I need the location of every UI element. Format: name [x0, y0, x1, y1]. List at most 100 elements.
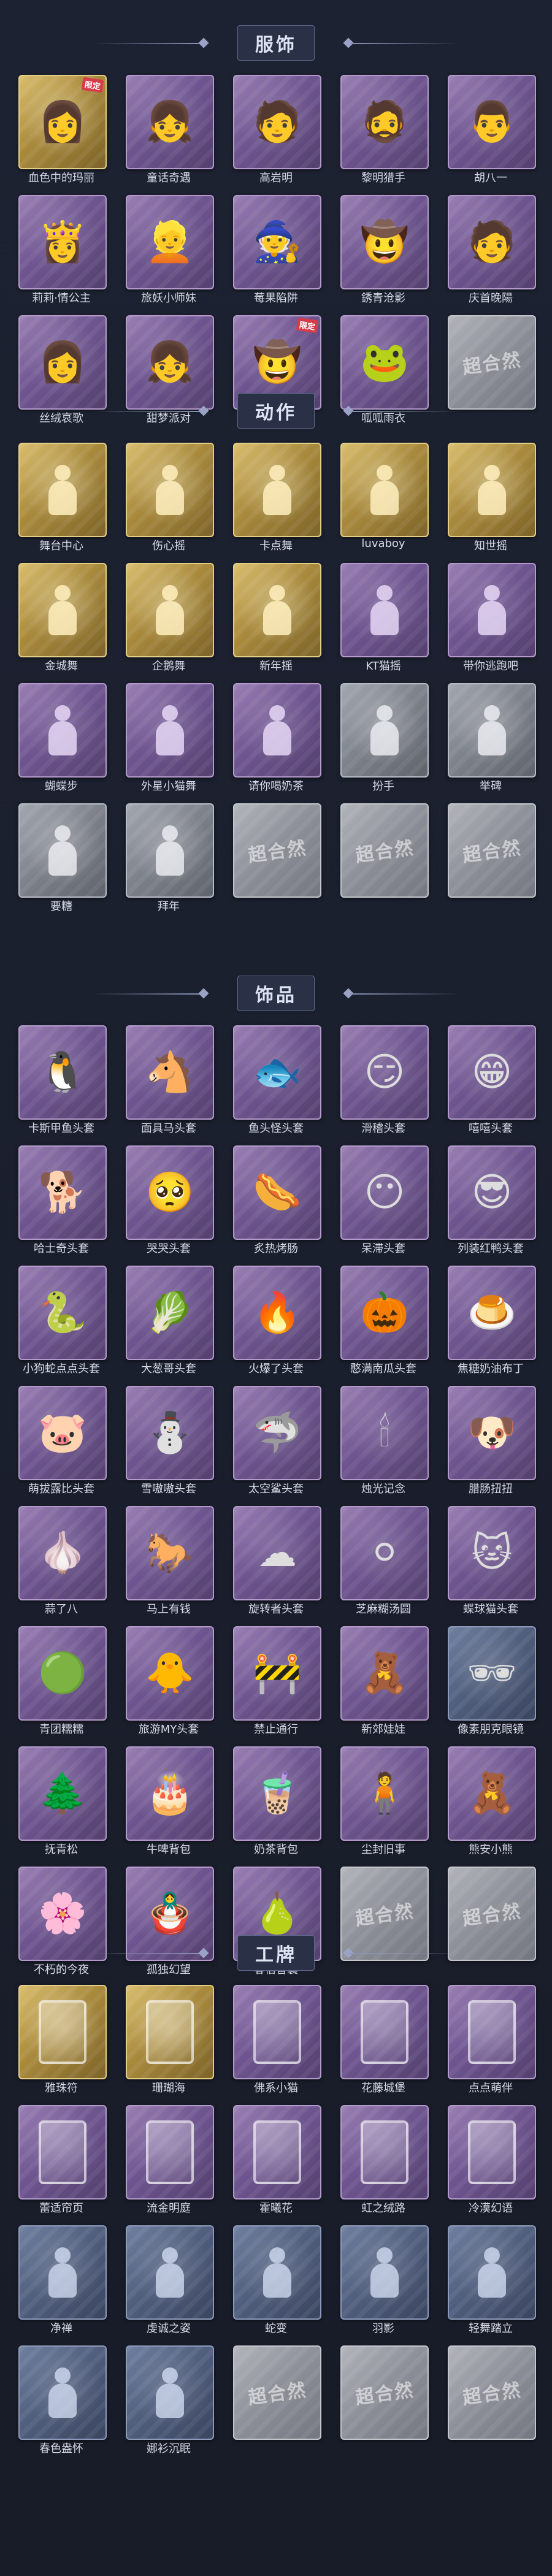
item-card[interactable] [126, 2225, 214, 2320]
item-card[interactable] [448, 683, 536, 778]
item-cell[interactable]: luvaboy [340, 443, 429, 553]
item-card[interactable]: 🐷 [18, 1386, 107, 1480]
item-card[interactable]: 👱 [126, 195, 214, 289]
item-cell[interactable]: 珊瑚海 [126, 1985, 214, 2095]
item-card[interactable] [18, 2345, 107, 2440]
item-card[interactable]: 🐥 [126, 1626, 214, 1721]
item-cell[interactable]: 😶 呆滞头套 [340, 1145, 429, 1256]
item-card[interactable]: 🍮 [448, 1266, 536, 1360]
item-card[interactable]: 🐧 [18, 1025, 107, 1120]
item-card[interactable] [126, 803, 214, 898]
item-cell[interactable]: 🧍 尘封旧事 [340, 1746, 429, 1857]
item-cell[interactable]: 🐟 鱼头怪头套 [233, 1025, 321, 1136]
item-card[interactable] [18, 683, 107, 778]
item-card[interactable]: 🐴 [126, 1025, 214, 1120]
item-card[interactable]: 🧸 [340, 1626, 429, 1721]
item-card[interactable]: 🕶 [448, 1626, 536, 1721]
item-cell[interactable]: 🥺 哭哭头套 [126, 1145, 214, 1256]
item-card[interactable] [448, 1985, 536, 2079]
item-cell[interactable]: 😎 列装红鸭头套 [448, 1145, 536, 1256]
item-cell[interactable]: 新年摇 [233, 563, 321, 673]
item-cell[interactable]: 🕶 像素朋克眼镜 [448, 1626, 536, 1737]
item-card[interactable]: 🎃 [340, 1266, 429, 1360]
item-cell[interactable]: 🐴 面具马头套 [126, 1025, 214, 1136]
item-card[interactable]: 🐱 [448, 1506, 536, 1600]
item-cell[interactable]: 举碑 [448, 683, 536, 793]
item-cell[interactable]: 👧 童话奇遇 [126, 75, 214, 185]
item-cell[interactable]: 🕯 烛光记念 [340, 1386, 429, 1496]
item-card[interactable] [340, 1985, 429, 2079]
item-card[interactable]: 👸 [18, 195, 107, 289]
item-cell[interactable]: ☁ 旋转者头套 [233, 1506, 321, 1616]
item-cell[interactable]: 羽影 [340, 2225, 429, 2336]
item-cell[interactable]: 🐶 腊肠扭扭 [448, 1386, 536, 1496]
item-card[interactable]: 🤠 [340, 195, 429, 289]
item-card[interactable] [126, 683, 214, 778]
item-cell[interactable]: KT猫摇 [340, 563, 429, 673]
item-cell[interactable]: 霍曦花 [233, 2105, 321, 2215]
item-cell[interactable]: 扮手 [340, 683, 429, 793]
item-card[interactable]: 😁 [448, 1025, 536, 1120]
item-cell[interactable]: 卡点舞 [233, 443, 321, 553]
item-card[interactable]: 🚧 [233, 1626, 321, 1721]
item-card[interactable]: 🧑 [233, 75, 321, 169]
item-cell[interactable]: 👱 旅妖小师妹 [126, 195, 214, 305]
item-card[interactable]: 🥺 [126, 1145, 214, 1240]
item-cell[interactable]: 冷漠幻语 [448, 2105, 536, 2215]
item-cell[interactable]: 净禅 [18, 2225, 107, 2336]
item-card[interactable]: 🧋 [233, 1746, 321, 1841]
item-cell[interactable]: 🐷 萌拔露比头套 [18, 1386, 107, 1496]
item-cell[interactable]: 👩 限定 血色中的玛丽 [18, 75, 107, 185]
item-cell[interactable]: ⛄ 雪嗷嗷头套 [126, 1386, 214, 1496]
item-cell[interactable]: 🧔 黎明猎手 [340, 75, 429, 185]
item-card[interactable] [18, 443, 107, 537]
item-card[interactable]: 🕯 [340, 1386, 429, 1480]
item-cell[interactable]: 🔥 火爆了头套 [233, 1266, 321, 1376]
item-cell[interactable]: 🐱 蝶球猫头套 [448, 1506, 536, 1616]
item-card[interactable]: ⚪ [340, 1506, 429, 1600]
item-card[interactable] [340, 2225, 429, 2320]
item-cell[interactable]: 👸 莉莉·情公主 [18, 195, 107, 305]
item-cell[interactable]: 🧸 新郊娃娃 [340, 1626, 429, 1737]
item-cell[interactable]: 拜年 [126, 803, 214, 914]
item-cell[interactable]: 🎃 憨满南瓜头套 [340, 1266, 429, 1376]
item-cell[interactable]: 🍮 焦糖奶油布丁 [448, 1266, 536, 1376]
item-cell[interactable]: 🧋 奶茶背包 [233, 1746, 321, 1857]
item-cell[interactable]: ⚪ 芝麻糊汤圆 [340, 1506, 429, 1616]
item-cell[interactable]: 🧙 莓果陷阱 [233, 195, 321, 305]
item-cell[interactable]: 企鹅舞 [126, 563, 214, 673]
item-cell[interactable]: 舞台中心 [18, 443, 107, 553]
item-card[interactable]: 🧸 [448, 1746, 536, 1841]
item-card[interactable]: 🎂 [126, 1746, 214, 1841]
item-cell[interactable]: 🐕 哈士奇头套 [18, 1145, 107, 1256]
item-cell[interactable]: 🧑 高岩明 [233, 75, 321, 185]
item-cell[interactable]: 🦈 太空鲨头套 [233, 1386, 321, 1496]
item-cell[interactable]: 🌭 炙热烤肠 [233, 1145, 321, 1256]
item-card[interactable]: 🌲 [18, 1746, 107, 1841]
item-card[interactable] [233, 1985, 321, 2079]
item-card[interactable] [126, 563, 214, 657]
item-card[interactable] [340, 563, 429, 657]
item-card[interactable] [340, 683, 429, 778]
item-card[interactable]: 🦈 [233, 1386, 321, 1480]
item-card[interactable]: 🐍 [18, 1266, 107, 1360]
item-card[interactable] [18, 563, 107, 657]
item-card[interactable] [126, 2345, 214, 2440]
item-cell[interactable]: 🚧 禁止通行 [233, 1626, 321, 1737]
item-card[interactable]: 🐶 [448, 1386, 536, 1480]
item-cell[interactable]: 流金明庭 [126, 2105, 214, 2215]
item-card[interactable]: 🧄 [18, 1506, 107, 1600]
item-cell[interactable]: 🐥 旅游MY头套 [126, 1626, 214, 1737]
item-card[interactable] [126, 2105, 214, 2200]
item-card[interactable]: ⛄ [126, 1386, 214, 1480]
item-cell[interactable]: 🤠 銹青沧影 [340, 195, 429, 305]
item-card[interactable] [233, 2105, 321, 2200]
item-card[interactable]: 🧍 [340, 1746, 429, 1841]
item-cell[interactable]: 雅珠符 [18, 1985, 107, 2095]
item-card[interactable] [448, 563, 536, 657]
item-card[interactable] [448, 2225, 536, 2320]
item-card[interactable]: 👨 [448, 75, 536, 169]
item-card[interactable] [18, 2105, 107, 2200]
item-cell[interactable]: 佛系小猫 [233, 1985, 321, 2095]
item-card[interactable] [126, 1985, 214, 2079]
